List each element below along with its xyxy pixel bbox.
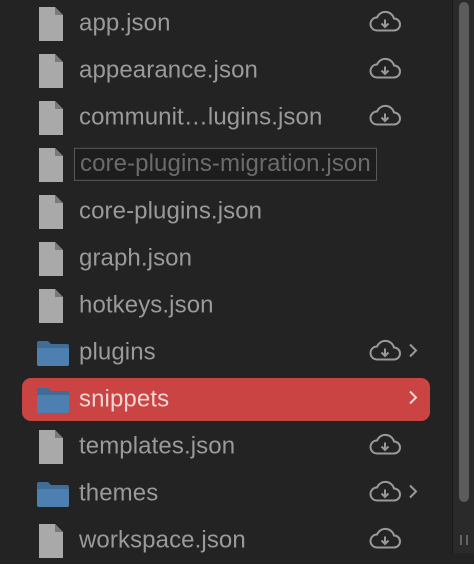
- cloud-download-icon[interactable]: [368, 56, 402, 85]
- folder-icon: [36, 480, 70, 508]
- file-icon: [36, 194, 66, 230]
- item-name: plugins: [79, 337, 156, 365]
- item-name: app.json: [79, 8, 171, 36]
- file-row[interactable]: app.json: [0, 0, 446, 47]
- cloud-download-icon[interactable]: [368, 526, 402, 555]
- file-row[interactable]: core-plugins-migration.json: [0, 141, 446, 188]
- item-name: communit…lugins.json: [79, 102, 323, 130]
- folder-row[interactable]: snippets: [0, 376, 446, 423]
- file-row[interactable]: workspace.json: [0, 517, 446, 564]
- scrollbar-grip-icon: [460, 535, 468, 545]
- file-list: app.json appearance.json communit…lugins.j…: [0, 0, 446, 564]
- item-name: appearance.json: [79, 55, 258, 83]
- cloud-download-icon[interactable]: [368, 103, 402, 132]
- folder-row[interactable]: plugins: [0, 329, 446, 376]
- item-name: themes: [79, 478, 159, 506]
- folder-row[interactable]: themes: [0, 470, 446, 517]
- chevron-right-icon[interactable]: [407, 341, 419, 364]
- file-icon: [36, 523, 66, 559]
- file-icon: [36, 100, 66, 136]
- folder-icon: [36, 386, 70, 414]
- file-row[interactable]: core-plugins.json: [0, 188, 446, 235]
- file-icon: [36, 6, 66, 42]
- chevron-right-icon[interactable]: [407, 388, 419, 411]
- item-name: core-plugins.json: [79, 196, 263, 224]
- item-name: snippets: [79, 384, 170, 412]
- file-icon: [36, 53, 66, 89]
- item-name: templates.json: [79, 431, 236, 459]
- item-name: hotkeys.json: [79, 290, 214, 318]
- chevron-right-icon[interactable]: [407, 482, 419, 505]
- file-row[interactable]: graph.json: [0, 235, 446, 282]
- item-name: graph.json: [79, 243, 193, 271]
- folder-icon: [36, 339, 70, 367]
- file-icon: [36, 147, 66, 183]
- file-icon: [36, 429, 66, 465]
- scrollbar-thumb[interactable]: [459, 2, 469, 502]
- file-row[interactable]: templates.json: [0, 423, 446, 470]
- file-row[interactable]: appearance.json: [0, 47, 446, 94]
- vertical-scrollbar[interactable]: [452, 0, 474, 553]
- cloud-download-icon[interactable]: [368, 432, 402, 461]
- file-icon: [36, 241, 66, 277]
- file-icon: [36, 288, 66, 324]
- file-row[interactable]: communit…lugins.json: [0, 94, 446, 141]
- rename-field[interactable]: core-plugins-migration.json: [74, 147, 377, 181]
- cloud-download-icon[interactable]: [368, 9, 402, 38]
- file-row[interactable]: hotkeys.json: [0, 282, 446, 329]
- cloud-download-icon[interactable]: [368, 479, 402, 508]
- cloud-download-icon[interactable]: [368, 338, 402, 367]
- item-name: workspace.json: [79, 525, 246, 553]
